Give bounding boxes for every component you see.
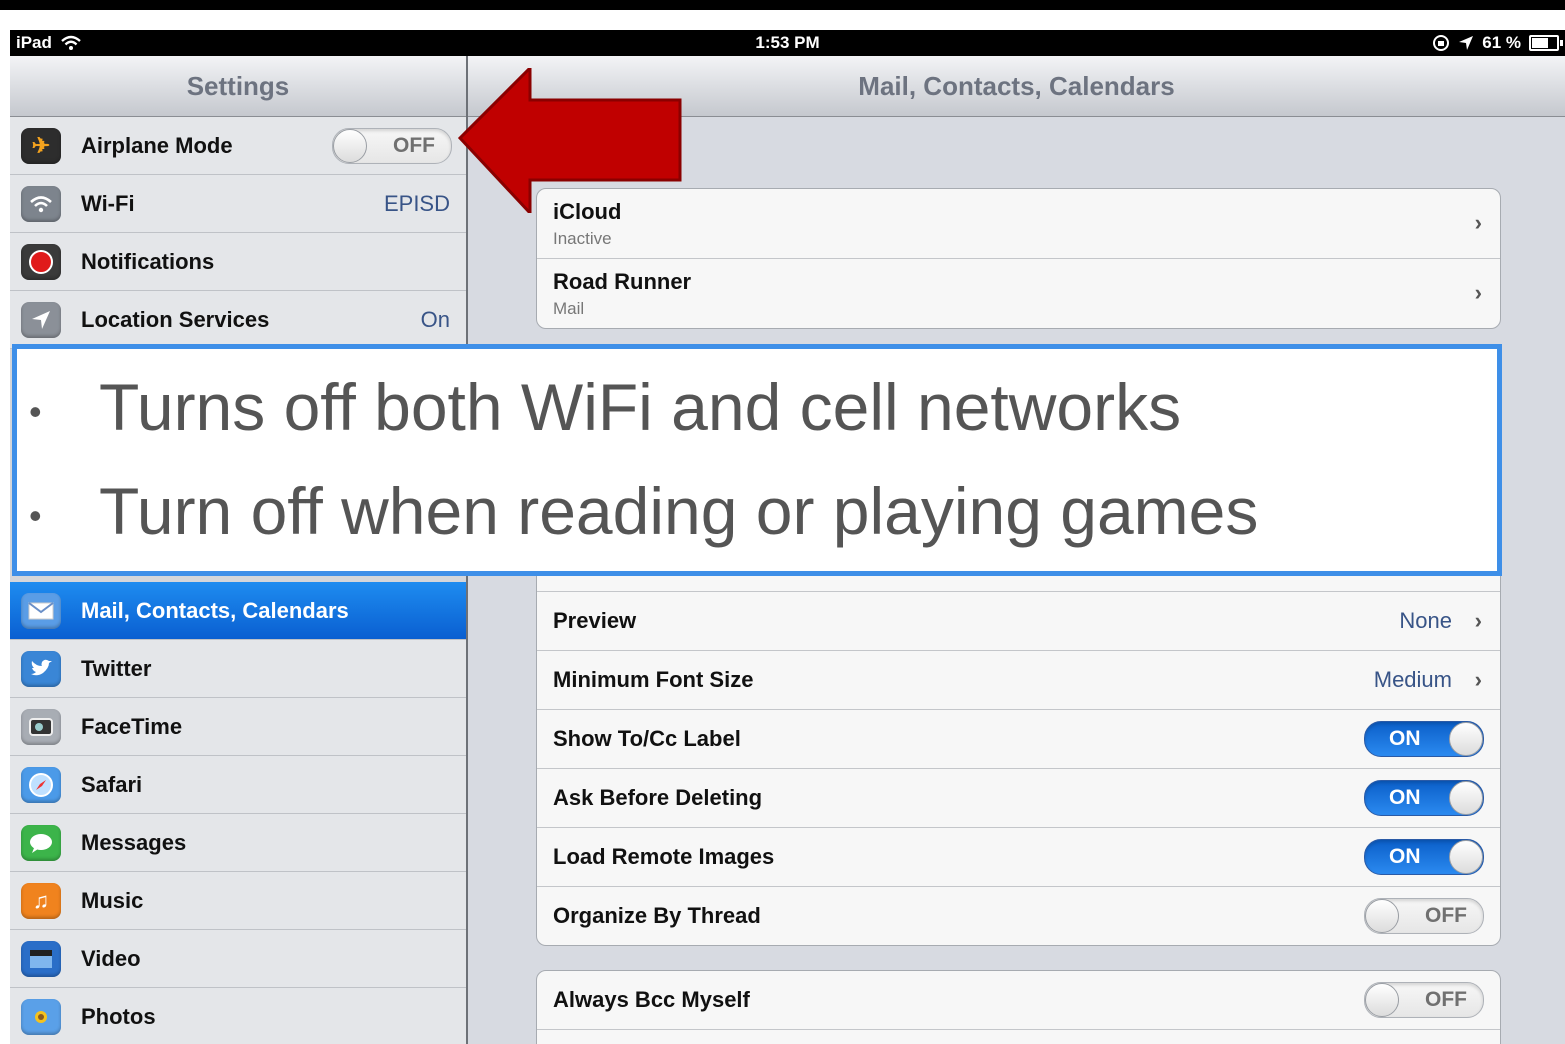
rotation-lock-icon [1433,35,1450,51]
bullet-dot: • [29,495,42,536]
sidebar-item-label: Location Services [81,306,270,332]
chevron-right-icon: › [1474,608,1482,633]
callout-box: • Turns off both WiFi and cell networks … [12,344,1502,576]
location-services-value: On [420,306,450,332]
photos-icon [21,998,61,1035]
sidebar-item-label: Photos [81,1003,156,1029]
sidebar-item-label: Safari [81,771,143,797]
sidebar-item-facetime[interactable]: FaceTime [10,698,466,756]
sidebar-item-photos[interactable]: Photos [10,988,466,1044]
battery-percent: 61 % [1482,33,1521,52]
sidebar-item-airplane-mode[interactable]: ✈ Airplane Mode OFF [10,117,466,175]
account-row-road-runner[interactable]: Road Runner Mail › [537,259,1500,328]
status-bar: iPad 1:53 PM 61 % [10,30,1565,56]
sidebar-item-label: FaceTime [81,713,183,739]
chevron-right-icon: › [1474,280,1482,305]
messages-icon [21,824,61,861]
always-bcc-myself-toggle[interactable]: OFF [1364,982,1484,1018]
show-to-cc-toggle[interactable]: ON [1364,721,1484,757]
sidebar-item-location-services[interactable]: Location Services On [10,291,466,349]
sidebar-item-label: Messages [81,829,187,855]
setting-row-always-bcc-myself: Always Bcc Myself OFF [537,971,1500,1030]
sidebar-item-safari[interactable]: Safari [10,756,466,814]
chevron-right-icon: › [1474,667,1482,692]
bcc-settings-group: Always Bcc Myself OFF [536,970,1501,1044]
sidebar-item-label: Airplane Mode [81,132,233,158]
bullet-dot: • [29,391,42,432]
sidebar-item-label: Video [81,945,141,971]
safari-icon [21,766,61,803]
battery-icon [1529,35,1563,51]
setting-row-ask-before-deleting: Ask Before Deleting ON [537,769,1500,828]
red-arrow-annotation [457,68,682,213]
location-icon [21,301,61,338]
load-remote-images-toggle[interactable]: ON [1364,839,1484,875]
twitter-icon [21,650,61,687]
setting-row-show-to-cc-label: Show To/Cc Label ON [537,710,1500,769]
airplane-mode-toggle[interactable]: OFF [332,128,452,164]
mail-icon [21,592,61,629]
sidebar-item-twitter[interactable]: Twitter [10,640,466,698]
notifications-icon [21,243,61,280]
sidebar-item-wifi[interactable]: Wi-Fi EPISD [10,175,466,233]
chevron-right-icon: › [1474,210,1482,235]
wifi-icon [21,185,61,222]
ask-before-deleting-toggle[interactable]: ON [1364,780,1484,816]
sidebar-item-music[interactable]: ♫ Music [10,872,466,930]
video-icon [21,940,61,977]
airplane-icon: ✈ [21,127,61,164]
sidebar-title: Settings [10,56,466,117]
organize-by-thread-toggle[interactable]: OFF [1364,898,1484,934]
setting-row-preview[interactable]: Preview None › [537,592,1500,651]
sidebar-item-label: Twitter [81,655,152,681]
facetime-icon [21,708,61,745]
location-arrow-icon [1459,36,1474,50]
setting-row-minimum-font-size[interactable]: Minimum Font Size Medium › [537,651,1500,710]
sidebar-item-label: Mail, Contacts, Calendars [81,597,349,623]
sidebar-item-messages[interactable]: Messages [10,814,466,872]
sidebar-item-label: Wi-Fi [81,190,135,216]
setting-row-organize-by-thread: Organize By Thread OFF [537,887,1500,945]
wifi-network-value: EPISD [383,190,450,216]
top-border [0,0,1565,10]
sidebar-item-label: Notifications [81,248,215,274]
sidebar-item-label: Music [81,887,144,913]
sidebar-item-notifications[interactable]: Notifications [10,233,466,291]
sidebar-item-mail-contacts-calendars[interactable]: Mail, Contacts, Calendars [10,582,466,640]
setting-row-load-remote-images: Load Remote Images ON [537,828,1500,887]
sidebar-item-video[interactable]: Video [10,930,466,988]
music-icon: ♫ [21,882,61,919]
status-time: 1:53 PM [755,33,820,52]
setting-row-next [537,1030,1500,1044]
